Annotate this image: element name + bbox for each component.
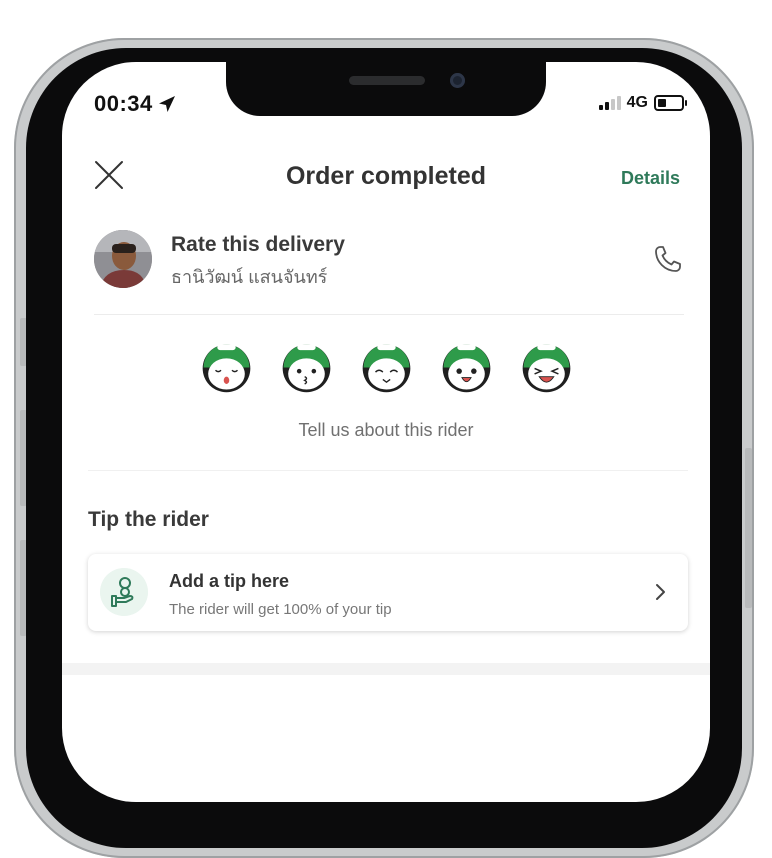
hand-coin-icon bbox=[100, 568, 148, 616]
location-arrow-icon bbox=[158, 96, 175, 112]
earpiece-speaker bbox=[349, 76, 425, 85]
signal-bars-icon bbox=[598, 96, 621, 110]
chevron-right-icon bbox=[656, 584, 665, 600]
rating-prompt: Tell us about this rider bbox=[298, 420, 474, 440]
front-camera bbox=[450, 73, 465, 88]
status-indicators: 4G bbox=[598, 94, 687, 112]
header: Order completed Details bbox=[62, 154, 710, 200]
status-time: 00:34 bbox=[94, 91, 177, 117]
section-separator bbox=[62, 663, 710, 675]
rating-face-3-icon[interactable] bbox=[359, 340, 414, 395]
rate-delivery-title: Rate this delivery bbox=[171, 233, 345, 256]
section-divider bbox=[94, 314, 684, 315]
power-button bbox=[745, 448, 752, 608]
add-tip-card[interactable]: Add a tip here The rider will get 100% o… bbox=[88, 554, 688, 631]
tip-card-subtitle: The rider will get 100% of your tip bbox=[169, 601, 392, 618]
rating-face-4-icon[interactable] bbox=[439, 340, 494, 395]
app-screen: 00:34 4G Order completed Details Rate th… bbox=[62, 62, 710, 802]
rating-face-2-icon[interactable] bbox=[279, 340, 334, 395]
section-divider bbox=[88, 470, 688, 471]
tip-heading: Tip the rider bbox=[88, 508, 209, 531]
details-link[interactable]: Details bbox=[621, 168, 680, 189]
rider-info-row: Rate this delivery ธานิวัฒน์ แสนจันทร์ bbox=[94, 227, 684, 291]
clock-text: 00:34 bbox=[94, 91, 153, 116]
network-label: 4G bbox=[626, 94, 648, 111]
phone-icon[interactable] bbox=[652, 243, 684, 275]
notch bbox=[226, 62, 546, 116]
rating-face-1-icon[interactable] bbox=[199, 340, 254, 395]
battery-icon bbox=[654, 95, 687, 111]
tip-card-title: Add a tip here bbox=[169, 571, 290, 591]
page-title: Order completed bbox=[285, 162, 487, 190]
rating-face-5-icon[interactable] bbox=[519, 340, 574, 395]
rating-faces bbox=[62, 340, 710, 400]
rider-name: ธานิวัฒน์ แสนจันทร์ bbox=[171, 267, 328, 287]
rider-avatar bbox=[94, 230, 152, 288]
